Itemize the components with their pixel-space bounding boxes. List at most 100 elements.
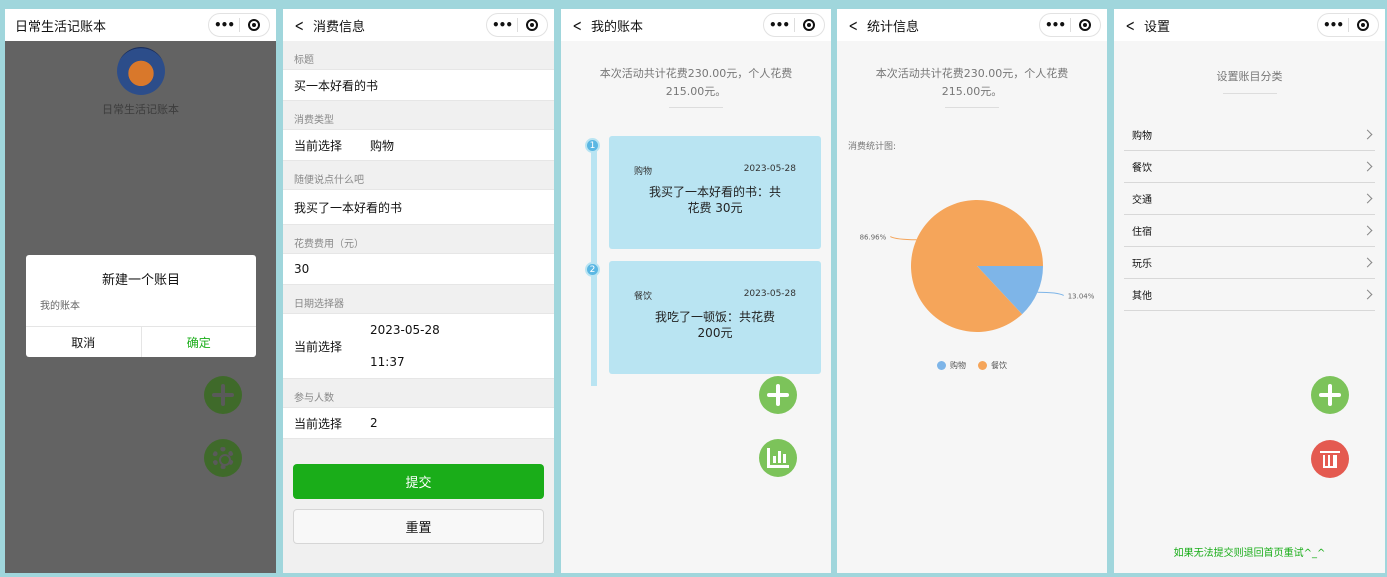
more-icon[interactable]: ••• — [209, 18, 239, 32]
category-item[interactable]: 玩乐 — [1124, 247, 1375, 279]
more-icon[interactable]: ••• — [1318, 18, 1348, 32]
cancel-button[interactable]: 取消 — [26, 327, 142, 357]
back-icon[interactable]: < — [1126, 16, 1135, 35]
more-icon[interactable]: ••• — [1040, 18, 1070, 32]
capsule-menu: ••• — [1317, 13, 1379, 37]
plus-icon — [767, 384, 789, 406]
timeline-number: 2 — [585, 262, 600, 277]
cost-label: 花费费用（元） — [294, 239, 364, 250]
date-label: 日期选择器 — [294, 299, 344, 310]
chevron-right-icon — [1362, 161, 1373, 172]
date-picker[interactable]: 当前选择 2023-05-28 11:37 — [283, 313, 554, 379]
screen-my-account: < 我的账本 ••• 本次活动共计花费230.00元，个人花费215.00元。 … — [561, 9, 831, 573]
gear-icon — [212, 447, 234, 469]
add-category-button[interactable] — [1311, 376, 1349, 414]
app-name: 日常生活记账本 — [102, 103, 179, 116]
legend-item[interactable]: 餐饮 — [978, 360, 1007, 371]
record-card[interactable]: 购物 2023-05-28 我买了一本好看的书：共花费 30元 — [609, 136, 821, 249]
page-title: 消费信息 — [313, 19, 366, 35]
trash-icon — [1320, 450, 1340, 468]
timeline-number: 1 — [585, 138, 600, 153]
note-label: 随便说点什么吧 — [294, 175, 364, 186]
time-value[interactable]: 11:37 — [370, 355, 440, 369]
account-name-input[interactable]: 我的账本 — [40, 297, 256, 312]
navbar: < 设置 ••• — [1114, 9, 1385, 41]
navbar: < 我的账本 ••• — [561, 9, 831, 41]
category-item[interactable]: 其他 — [1124, 279, 1375, 311]
category-item[interactable]: 交通 — [1124, 183, 1375, 215]
chevron-right-icon — [1362, 193, 1373, 204]
add-record-button[interactable] — [759, 376, 797, 414]
dialog-title: 新建一个账目 — [101, 273, 180, 288]
pie-label: 86.96% — [860, 234, 887, 242]
legend-marker — [937, 361, 946, 370]
chart-label: 消费统计图: — [848, 142, 897, 152]
navbar: < 统计信息 ••• — [837, 9, 1107, 41]
type-label: 消费类型 — [294, 115, 334, 126]
legend-item[interactable]: 购物 — [937, 360, 966, 371]
plus-icon — [1319, 384, 1341, 406]
category-item[interactable]: 餐饮 — [1124, 151, 1375, 183]
close-miniprogram-icon[interactable] — [795, 19, 824, 31]
confirm-button[interactable]: 确定 — [142, 327, 257, 357]
navbar: 日常生活记账本 ••• — [5, 9, 276, 41]
more-icon[interactable]: ••• — [487, 18, 517, 32]
divider — [1222, 93, 1277, 94]
reset-button[interactable]: 重置 — [293, 509, 544, 544]
back-icon[interactable]: < — [849, 16, 858, 35]
divider — [945, 107, 999, 108]
legend-label: 购物 — [950, 361, 966, 370]
screen-statistics: < 统计信息 ••• 本次活动共计花费230.00元，个人花费215.00元。 … — [837, 9, 1107, 573]
screen-expense-form: < 消费信息 ••• 标题 买一本好看的书 消费类型 当前选择 购物 随便说点什… — [283, 9, 554, 573]
add-button[interactable] — [204, 376, 242, 414]
spending-summary: 本次活动共计花费230.00元，个人花费215.00元。 — [875, 67, 1069, 98]
date-time-values: 2023-05-28 11:37 — [370, 323, 440, 369]
back-icon[interactable]: < — [573, 16, 582, 35]
submit-button[interactable]: 提交 — [293, 464, 544, 499]
close-miniprogram-icon[interactable] — [1071, 19, 1100, 31]
bar-chart-icon — [767, 448, 789, 468]
type-picker-value: 购物 — [370, 138, 395, 153]
avatar — [117, 47, 165, 95]
settings-button[interactable] — [204, 439, 242, 477]
people-picker[interactable]: 当前选择 2 — [283, 407, 554, 439]
category-label: 其他 — [1132, 291, 1152, 302]
date-picker-prefix: 当前选择 — [294, 339, 343, 354]
type-picker[interactable]: 当前选择 购物 — [283, 129, 554, 161]
chart-legend: 购物 餐饮 — [837, 360, 1107, 371]
date-value[interactable]: 2023-05-28 — [370, 323, 440, 337]
category-item[interactable]: 购物 — [1124, 119, 1375, 151]
type-picker-prefix: 当前选择 — [294, 138, 343, 153]
close-miniprogram-icon[interactable] — [518, 19, 547, 31]
title-input[interactable]: 买一本好看的书 — [283, 69, 554, 101]
overlay-mask: 日常生活记账本 新建一个账目 我的账本 取消 确定 — [5, 41, 276, 573]
navbar: < 消费信息 ••• — [283, 9, 554, 41]
pie-label: 13.04% — [1068, 292, 1095, 300]
statistics-button[interactable] — [759, 439, 797, 477]
people-label: 参与人数 — [294, 393, 334, 404]
category-label: 购物 — [1132, 131, 1152, 142]
legend-label: 餐饮 — [991, 361, 1007, 370]
category-list: 购物 餐饮 交通 住宿 玩乐 其他 — [1124, 119, 1375, 311]
back-icon[interactable]: < — [295, 16, 304, 35]
footer-hint: 如果无法提交则退回首页重试^_^ — [1173, 548, 1326, 559]
chevron-right-icon — [1362, 225, 1373, 236]
close-miniprogram-icon[interactable] — [1349, 19, 1378, 31]
page-title: 统计信息 — [867, 19, 920, 35]
close-miniprogram-icon[interactable] — [240, 19, 269, 31]
category-label: 住宿 — [1132, 227, 1152, 238]
record-card[interactable]: 餐饮 2023-05-28 我吃了一顿饭：共花费200元 — [609, 261, 821, 374]
form: 标题 买一本好看的书 消费类型 当前选择 购物 随便说点什么吧 我买了一本好看的… — [283, 41, 554, 439]
spending-summary: 本次活动共计花费230.00元，个人花费215.00元。 — [599, 67, 793, 98]
category-item[interactable]: 住宿 — [1124, 215, 1375, 247]
record-date: 2023-05-28 — [743, 289, 796, 299]
record-type: 购物 — [634, 167, 653, 177]
cost-input[interactable]: 30 — [283, 253, 554, 285]
page-title: 我的账本 — [591, 19, 644, 35]
more-icon[interactable]: ••• — [764, 18, 794, 32]
pie-label-leader — [890, 236, 917, 241]
capsule-menu: ••• — [208, 13, 270, 37]
delete-button[interactable] — [1311, 440, 1349, 478]
chevron-right-icon — [1362, 129, 1373, 140]
note-input[interactable]: 我买了一本好看的书 — [283, 189, 554, 225]
